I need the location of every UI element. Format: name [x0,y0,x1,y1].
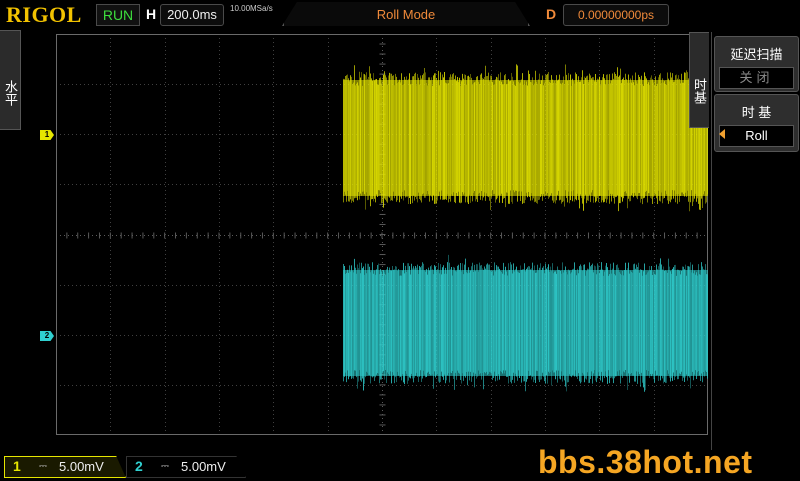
ch1-status[interactable]: 1 ⎓ 5.00mV [4,456,126,478]
delay-label: D [546,6,557,22]
delayed-sweep-value: 关闭 [719,67,794,89]
acquisition-mode-indicator: Roll Mode [282,2,530,26]
ch2-scale: 5.00mV [181,459,226,474]
ch2-status[interactable]: 2 ⎓ 5.00mV [126,456,246,478]
horizontal-menu-tab[interactable]: 水平 [0,30,21,130]
sample-rate: 10.00MSa/s [230,4,273,13]
dc-coupling-icon: ⎓ [161,461,169,472]
timebase-mode-title: 时 基 [741,105,772,120]
knob-select-icon [719,129,725,139]
ch1-scale: 5.00mV [59,459,104,474]
waveform-grid-svg [56,34,708,435]
brand-logo: RIGOL [6,2,82,27]
mode-label: Roll Mode [376,7,436,22]
timebase-mode-value: Roll [719,125,794,147]
ch2-offset-marker[interactable]: 2 [40,331,54,341]
timebase-mode-softkey[interactable]: 时 基 Roll [714,94,799,152]
delayed-sweep-softkey[interactable]: 延迟扫描 关闭 [714,36,799,92]
ch2-label: 2 [135,458,143,474]
ch1-label: 1 [13,458,21,474]
ch1-offset-marker[interactable]: 1 [40,130,54,140]
status-bar: RIGOL RUN H 200.0ms 10.00MSa/s Roll Mode… [0,0,800,30]
run-stop-indicator[interactable]: RUN [96,4,140,26]
ch1-trace [343,64,708,212]
delayed-sweep-title: 延迟扫描 [730,47,783,62]
traces [343,64,708,392]
waveform-display [56,34,708,435]
dc-coupling-icon: ⎓ [39,461,47,472]
ch2-trace [343,254,708,392]
horizontal-label: H [146,6,157,22]
timebase-menu-tab[interactable]: 时基 [689,32,709,128]
softkey-menu: 延迟扫描 关闭 时 基 Roll [711,32,800,450]
timebase-value[interactable]: 200.0ms [160,4,224,26]
delay-value[interactable]: 0.00000000ps [563,4,669,26]
watermark: bbs.38hot.net [538,444,753,480]
